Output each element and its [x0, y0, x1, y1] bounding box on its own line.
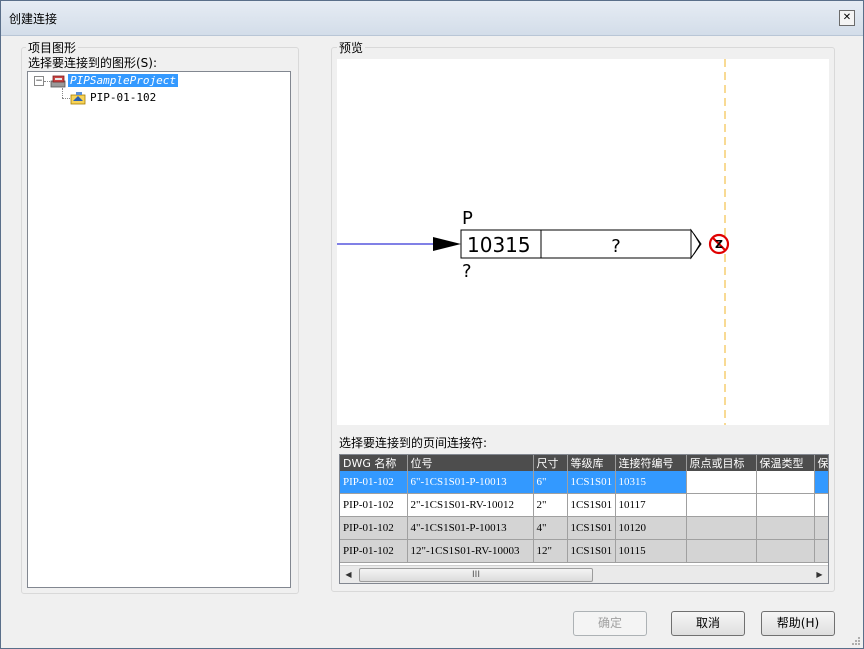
tree-connector	[62, 88, 63, 98]
cell-number: 10115	[615, 539, 687, 563]
connector-number: 10315	[467, 233, 531, 257]
table-row[interactable]: PIP-01-102 6"-1CS1S01-P-10013 6" 1CS1S01…	[340, 471, 828, 494]
tree-connector	[62, 98, 70, 99]
cell-tag: 12"-1CS1S01-RV-10003	[407, 539, 534, 563]
cell-spec: 1CS1S01	[567, 493, 616, 517]
column-header[interactable]: 保	[814, 455, 828, 471]
column-header[interactable]: 原点或目标	[686, 455, 757, 471]
cell-extra	[814, 493, 828, 517]
cell-insulation	[756, 516, 815, 540]
cell-dwg: PIP-01-102	[340, 493, 408, 517]
tree-collapse-toggle[interactable]: −	[34, 76, 44, 86]
column-header[interactable]: 位号	[407, 455, 534, 471]
create-connection-dialog: 创建连接 ✕ 项目图形 选择要连接到的图形(S): − PIPSamplePro…	[0, 0, 864, 649]
cell-size: 4"	[533, 516, 568, 540]
cell-number: 10120	[615, 516, 687, 540]
cell-insulation	[756, 471, 815, 494]
cell-tag: 4"-1CS1S01-P-10013	[407, 516, 534, 540]
horizontal-scrollbar[interactable]: ◀ III ▶	[340, 565, 828, 583]
drawing-icon	[70, 91, 88, 105]
scroll-left-arrow-icon[interactable]: ◀	[340, 566, 357, 583]
flow-arrow	[433, 237, 461, 251]
preview-group-label: 预览	[337, 39, 366, 56]
cell-dwg: PIP-01-102	[340, 516, 408, 540]
column-header[interactable]: DWG 名称	[340, 455, 408, 471]
cell-number: 10117	[615, 493, 687, 517]
cell-insulation	[756, 493, 815, 517]
cell-origin	[686, 493, 757, 517]
connector-bottom-label: ?	[462, 261, 472, 282]
project-icon	[50, 74, 68, 88]
cell-spec: 1CS1S01	[567, 539, 616, 563]
cell-extra	[814, 539, 828, 563]
close-button[interactable]: ✕	[839, 10, 855, 26]
column-header[interactable]: 连接符编号	[615, 455, 687, 471]
cell-spec: 1CS1S01	[567, 516, 616, 540]
table-row[interactable]: PIP-01-102 12"-1CS1S01-RV-10003 12" 1CS1…	[340, 539, 828, 563]
tree-item-drawing[interactable]: PIP-01-102	[70, 90, 156, 106]
cell-origin	[686, 539, 757, 563]
error-icon-mark: Z	[715, 238, 723, 251]
tree-drawing-label: PIP-01-102	[90, 91, 157, 104]
connector-preview: Z P 10315 ? ?	[337, 59, 829, 425]
connector-top-label: P	[462, 208, 473, 229]
column-header[interactable]: 保温类型	[756, 455, 815, 471]
resize-grip-icon[interactable]	[851, 636, 861, 646]
select-drawing-label: 选择要连接到的图形(S):	[26, 54, 160, 71]
drawing-tree[interactable]: − PIPSampleProject PIP-01-102	[27, 71, 291, 588]
cell-insulation	[756, 539, 815, 563]
tree-item-project[interactable]: PIPSampleProject	[50, 73, 178, 89]
title-bar: 创建连接 ✕	[1, 1, 863, 36]
ok-button[interactable]: 确定	[573, 611, 647, 636]
cell-dwg: PIP-01-102	[340, 471, 408, 494]
cell-origin	[686, 516, 757, 540]
connector-preview-drawing: Z P 10315 ? ?	[337, 59, 730, 425]
cancel-button[interactable]: 取消	[671, 611, 745, 636]
scroll-right-arrow-icon[interactable]: ▶	[811, 566, 828, 583]
window-title: 创建连接	[9, 12, 58, 26]
grid-header-row: DWG 名称 位号 尺寸 等级库 连接符编号 原点或目标 保温类型 保	[340, 455, 828, 471]
scroll-thumb[interactable]: III	[359, 568, 593, 582]
column-header[interactable]: 等级库	[567, 455, 616, 471]
cell-tag: 2"-1CS1S01-RV-10012	[407, 493, 534, 517]
cell-spec: 1CS1S01	[567, 471, 616, 494]
cell-extra	[814, 471, 828, 494]
cell-tag: 6"-1CS1S01-P-10013	[407, 471, 534, 494]
tree-project-label: PIPSampleProject	[68, 74, 178, 87]
table-row[interactable]: PIP-01-102 2"-1CS1S01-RV-10012 2" 1CS1S0…	[340, 493, 828, 517]
cell-dwg: PIP-01-102	[340, 539, 408, 563]
connector-grid[interactable]: DWG 名称 位号 尺寸 等级库 连接符编号 原点或目标 保温类型 保 PIP-…	[339, 454, 829, 584]
cell-extra	[814, 516, 828, 540]
cell-size: 2"	[533, 493, 568, 517]
select-connector-label: 选择要连接到的页间连接符:	[337, 434, 490, 451]
cell-size: 6"	[533, 471, 568, 494]
cell-number: 10315	[615, 471, 687, 494]
connector-table: DWG 名称 位号 尺寸 等级库 连接符编号 原点或目标 保温类型 保 PIP-…	[340, 455, 828, 563]
table-row[interactable]: PIP-01-102 4"-1CS1S01-P-10013 4" 1CS1S01…	[340, 516, 828, 540]
connector-destination: ?	[611, 236, 621, 257]
help-button[interactable]: 帮助(H)	[761, 611, 835, 636]
cell-size: 12"	[533, 539, 568, 563]
column-header[interactable]: 尺寸	[533, 455, 568, 471]
cell-origin	[686, 471, 757, 494]
